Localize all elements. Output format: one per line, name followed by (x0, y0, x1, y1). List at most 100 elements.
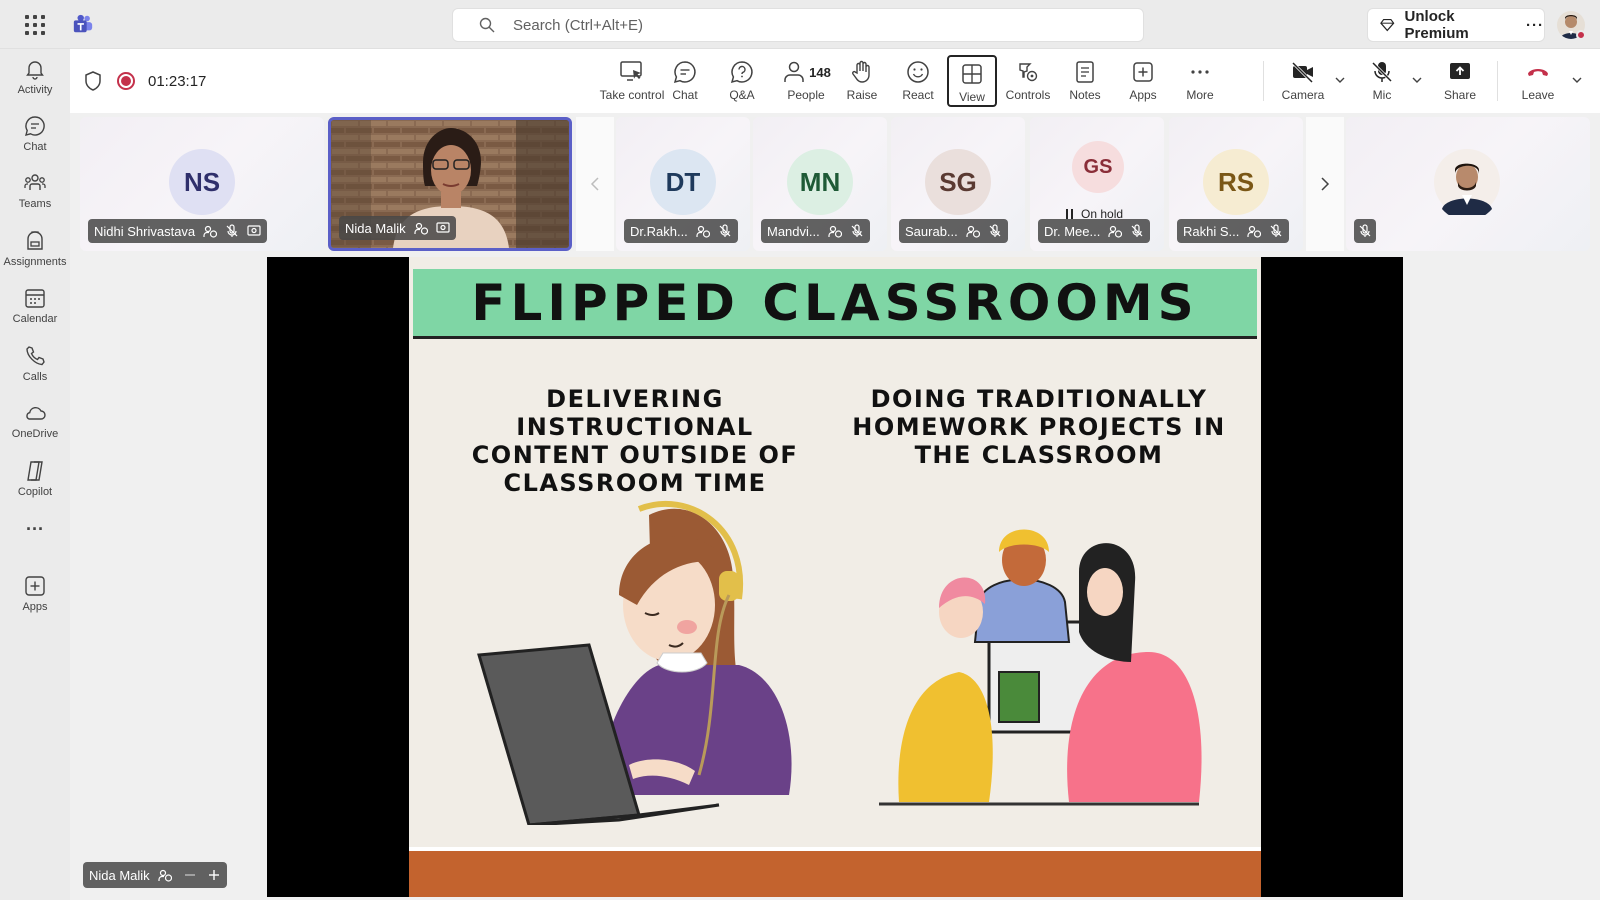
rail-item-chat[interactable]: Chat (0, 114, 70, 166)
rail-item-onedrive[interactable]: OneDrive (0, 401, 70, 453)
hang-up-icon (1528, 69, 1548, 76)
rail-label: Apps (22, 601, 48, 613)
camera-button[interactable]: Camera (1280, 55, 1326, 107)
chevron-down-icon[interactable] (1334, 74, 1346, 86)
rail-item-teams[interactable]: Teams (0, 171, 70, 223)
teams-user-icon (158, 869, 172, 882)
previous-page-button[interactable] (576, 117, 614, 251)
qa-label: Q&A (729, 88, 755, 102)
more-button[interactable]: More (1180, 55, 1220, 107)
people-label: People (787, 88, 825, 102)
qa-button[interactable]: Q&A (724, 55, 760, 107)
presenter-nametag[interactable]: Nida Malik (83, 862, 227, 888)
chat-button[interactable]: Chat (667, 55, 703, 107)
participant-nametag: Mandvi... (761, 219, 870, 243)
rail-item-copilot[interactable]: Copilot (0, 459, 70, 511)
next-page-button[interactable] (1306, 117, 1344, 251)
chat-icon (25, 116, 45, 136)
view-button[interactable]: View (947, 55, 997, 107)
notes-icon (1076, 61, 1094, 83)
pause-icon (1066, 209, 1073, 219)
controls-icon (1019, 63, 1038, 82)
camera-off-icon (1291, 61, 1314, 84)
participant-tile-video[interactable]: Nida Malik (328, 117, 572, 251)
participant-name: Saurab... (905, 223, 958, 239)
rail-item-more[interactable]: ··· (0, 519, 70, 571)
notes-label: Notes (1069, 88, 1101, 102)
slide-footer-bar (409, 847, 1261, 897)
teams-user-icon (1108, 225, 1123, 238)
participant-tile[interactable]: SG Saurab... (891, 117, 1025, 251)
controls-button[interactable]: Controls (1004, 55, 1052, 107)
search-bar[interactable]: Search (Ctrl+Alt+E) (452, 8, 1144, 42)
self-nametag (1354, 219, 1376, 243)
notes-button[interactable]: Notes (1065, 55, 1105, 107)
participant-tile[interactable]: GS On hold Dr. Mee... (1030, 117, 1164, 251)
teams-user-icon (696, 225, 710, 238)
participant-strip: NS Nidhi Shrivastava Nida Malik DT Dr.Ra… (80, 117, 1592, 253)
share-label: Share (1443, 88, 1477, 102)
avatar: RS (1203, 149, 1269, 215)
rail-item-assignments[interactable]: Assignments (0, 229, 70, 281)
participant-tile[interactable]: RS Rakhi S... (1169, 117, 1303, 251)
avatar: DT (650, 149, 716, 215)
participant-name: Mandvi... (767, 223, 820, 239)
phone-icon (26, 346, 45, 366)
rail-item-calls[interactable]: Calls (0, 344, 70, 396)
app-rail: Activity Chat Teams Assignments Calendar… (0, 49, 70, 900)
chevron-left-icon (590, 177, 599, 191)
zoom-out-icon[interactable] (184, 869, 196, 881)
search-icon (479, 17, 495, 33)
premium-label: Unlock Premium (1404, 8, 1469, 42)
rail-item-activity[interactable]: Activity (0, 57, 70, 109)
slide-left-text: DELIVERING INSTRUCTIONAL CONTENT OUTSIDE… (471, 385, 799, 497)
participant-tile[interactable]: NS Nidhi Shrivastava (80, 117, 324, 251)
person-icon (784, 61, 804, 82)
screen-share-icon (436, 222, 450, 233)
participant-name: Nidhi Shrivastava (94, 223, 196, 239)
shield-icon[interactable] (84, 71, 102, 91)
more-label: More (1186, 88, 1214, 102)
chat-icon (673, 61, 696, 84)
participant-tile[interactable]: MN Mandvi... (753, 117, 887, 251)
shared-screen: FLIPPED CLASSROOMS DELIVERING INSTRUCTIO… (267, 257, 1403, 897)
teams-user-icon (1247, 225, 1262, 238)
react-button[interactable]: React (896, 55, 940, 107)
participant-nametag: Nida Malik (339, 216, 456, 240)
chevron-down-icon[interactable] (1411, 74, 1423, 86)
self-avatar (1434, 149, 1500, 215)
leave-button[interactable]: Leave (1513, 55, 1563, 107)
meeting-timer: 01:23:17 (148, 73, 207, 90)
add-apps-icon (25, 576, 45, 596)
chevron-down-icon[interactable] (1571, 74, 1583, 86)
student-laptop-illustration (477, 500, 792, 825)
avatar: SG (925, 149, 991, 215)
apps-button[interactable]: Apps (1123, 55, 1163, 107)
self-video-tile[interactable] (1346, 117, 1590, 251)
participant-nametag: Saurab... (899, 219, 1008, 243)
toolbar-divider (1263, 61, 1264, 101)
participant-tile[interactable]: DT Dr.Rakh... (616, 117, 750, 251)
rail-label: OneDrive (11, 428, 59, 440)
rail-item-apps[interactable]: Apps (0, 574, 70, 626)
screen-share-icon (247, 225, 261, 236)
slide-title: FLIPPED CLASSROOMS (471, 273, 1199, 332)
app-launcher-icon[interactable] (25, 15, 45, 35)
recording-icon (117, 72, 135, 90)
mic-button[interactable]: Mic (1365, 55, 1399, 107)
title-bar: Search (Ctrl+Alt+E) Unlock Premium ··· (0, 0, 1600, 49)
toolbar-divider (1497, 61, 1498, 101)
rail-item-calendar[interactable]: Calendar (0, 286, 70, 338)
take-control-label: Take control (599, 88, 665, 102)
unlock-premium-button[interactable]: Unlock Premium ··· (1367, 8, 1545, 42)
react-label: React (902, 88, 934, 102)
take-control-button[interactable]: Take control (600, 55, 664, 107)
zoom-in-icon[interactable] (208, 869, 220, 881)
share-button[interactable]: Share (1440, 55, 1480, 107)
raise-hand-button[interactable]: Raise (842, 55, 882, 107)
teams-icon (24, 174, 46, 190)
presentation-slide: FLIPPED CLASSROOMS DELIVERING INSTRUCTIO… (409, 257, 1261, 897)
more-options-icon[interactable]: ··· (1526, 17, 1544, 34)
teams-user-icon (414, 222, 428, 235)
people-button[interactable]: 148 People (778, 55, 834, 107)
